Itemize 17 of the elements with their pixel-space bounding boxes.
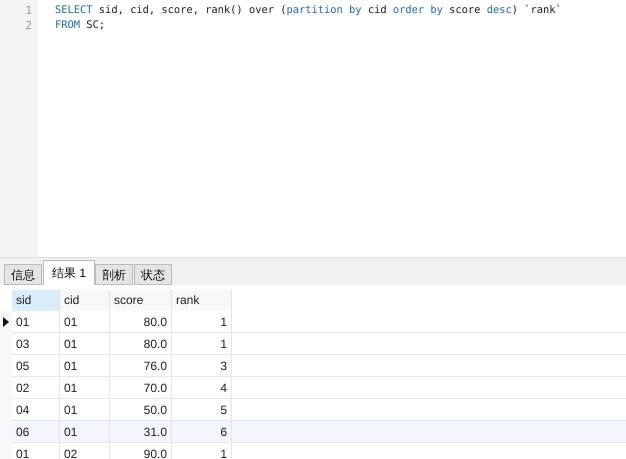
tab[interactable]: 状态	[134, 264, 172, 285]
table-cell: 01	[12, 443, 60, 459]
line-number: 2	[25, 18, 32, 33]
code-line: SELECT sid, cid, score, rank() over (partition by cid order by score desc) `rank`	[55, 3, 562, 18]
table-cell: 90.0	[110, 443, 172, 459]
column-header[interactable]: rank	[172, 290, 232, 311]
table-cell: 02	[60, 443, 110, 459]
row-header[interactable]	[0, 311, 12, 333]
tab[interactable]: 结果 1	[43, 260, 96, 285]
code-line: FROM SC;	[55, 18, 106, 33]
table-cell: 1	[172, 443, 232, 459]
tab[interactable]: 剖析	[95, 264, 134, 285]
line-number: 1	[25, 3, 32, 18]
tab[interactable]: 信息	[4, 264, 42, 285]
column-header[interactable]: cid	[60, 290, 110, 311]
column-header[interactable]: score	[110, 290, 172, 311]
column-header[interactable]: sid	[12, 290, 60, 311]
